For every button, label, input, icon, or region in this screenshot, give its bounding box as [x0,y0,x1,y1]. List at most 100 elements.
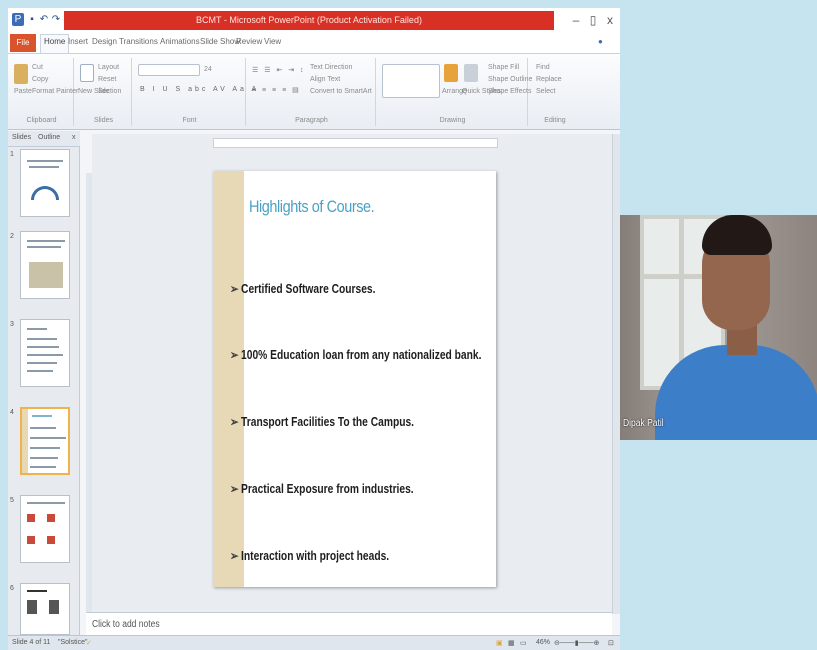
font-name-field[interactable] [138,64,200,76]
bullet-text: Certified Software Courses. [241,282,376,296]
vertical-scrollbar[interactable] [612,134,620,614]
current-slide[interactable]: Highlights of Course. ➢ Certified Softwar… [213,171,496,587]
paragraph-group-label: Paragraph [295,117,328,124]
thumbnail-text-line [27,328,47,330]
thumbnail-image [49,600,59,614]
slide-thumbnail-5[interactable] [20,495,70,563]
arrange-icon[interactable] [444,64,458,82]
notes-pane[interactable]: Click to add notes [86,612,612,635]
section-button[interactable]: Section [98,88,121,95]
slide-thumbnail-3[interactable] [20,319,70,387]
thumbnail-text-line [30,457,58,459]
vertical-ruler [86,173,92,613]
thumbnail-image [47,514,55,522]
thumbnail-text-line [27,246,61,248]
text-direction-button[interactable]: Text Direction [310,64,352,71]
maximize-button[interactable]: ▯ [585,12,601,28]
editing-group-label: Editing [544,117,566,124]
bullet-item[interactable]: ➢ Certified Software Courses. [230,281,375,296]
convert-smartart-button[interactable]: Convert to SmartArt [310,88,372,95]
find-button[interactable]: Find [536,64,550,71]
tab-review[interactable]: Review [236,37,262,46]
list-buttons[interactable]: ☰ ☰ ⇤ ⇥ ↕ [252,66,306,74]
slide-thumbnails-pane: 1 2 3 4 5 6 [8,147,80,635]
slide-thumbnail-6[interactable] [20,583,70,635]
slide-thumbnail-4-selected[interactable] [20,407,70,475]
slides-group: New Slide Layout Reset Section Slides [76,58,132,126]
replace-button[interactable]: Replace [536,76,562,83]
zoom-slider[interactable]: ⊖───▮───⊕ [554,639,599,647]
tab-design[interactable]: Design [92,37,117,46]
tab-insert[interactable]: Insert [68,37,88,46]
editing-group: Find Replace Select Editing [532,58,578,126]
format-painter-button[interactable]: Format Painter [32,88,78,95]
tab-animations[interactable]: Animations [160,37,200,46]
font-format-buttons[interactable]: B I U S abc AV Aa A [140,86,259,93]
bullet-item[interactable]: ➢ Interaction with project heads. [230,548,389,563]
tab-home[interactable]: Home [40,34,70,53]
tab-transitions[interactable]: Transitions [119,37,158,46]
tab-file[interactable]: File [10,34,36,52]
slide-thumbnail-2[interactable] [20,231,70,299]
paste-icon[interactable] [14,64,28,84]
reading-view-icon[interactable]: ▭ [520,639,527,647]
align-text-button[interactable]: Align Text [310,76,340,83]
close-pane-icon[interactable]: x [72,134,76,141]
bullet-arrow-icon: ➢ [230,282,239,296]
thumbnail-image [27,600,37,614]
ribbon-tabs: File Home Insert Design Transitions Anim… [8,32,620,54]
reset-button[interactable]: Reset [98,76,116,83]
shapes-gallery[interactable] [382,64,440,98]
bullet-item[interactable]: ➢ 100% Education loan from any nationaliz… [230,347,481,362]
select-button[interactable]: Select [536,88,555,95]
paste-button[interactable]: Paste [14,88,32,95]
drawing-group: Arrange Quick Styles Shape Fill Shape Ou… [378,58,532,126]
shape-effects-button[interactable]: Shape Effects [488,88,531,95]
spellcheck-icon[interactable]: ✓ [86,639,92,647]
tab-slides[interactable]: Slides [12,134,31,141]
slide-title[interactable]: Highlights of Course. [249,197,375,217]
copy-button[interactable]: Copy [32,76,48,83]
thumbnail-text-line [29,166,59,168]
thumbnail-text-line [27,362,57,364]
save-icon[interactable]: ▪ [26,13,38,26]
align-buttons[interactable]: ≡ ≡ ≡ ≡ ▤ [252,86,301,94]
tab-slide-show[interactable]: Slide Show [200,37,240,46]
bullet-text: Interaction with project heads. [241,549,390,563]
fit-slide-icon[interactable]: ⊡ [608,639,614,647]
app-icon[interactable]: P [12,13,24,26]
powerpoint-window: P ▪ ↶ ↷ BCMT - Microsoft PowerPoint (Pro… [8,8,620,650]
layout-button[interactable]: Layout [98,64,119,71]
shape-fill-button[interactable]: Shape Fill [488,64,519,71]
tab-view[interactable]: View [264,37,281,46]
close-button[interactable]: x [602,12,618,28]
shape-outline-button[interactable]: Shape Outline [488,76,532,83]
cut-button[interactable]: Cut [32,64,43,71]
thumbnail-text-line [27,346,59,348]
redo-icon[interactable]: ↷ [50,13,62,26]
minimize-button[interactable]: – [568,12,584,28]
zoom-level[interactable]: 46% [536,639,550,646]
thumbnail-text-line [27,370,53,372]
new-slide-icon[interactable] [80,64,94,82]
help-icon[interactable]: ● [598,37,603,46]
thumbnail-building-image [29,262,63,288]
thumbnail-image [27,536,35,544]
bullet-item[interactable]: ➢ Transport Facilities To the Campus. [230,414,414,429]
normal-view-icon[interactable]: ▣ [496,639,503,647]
clipboard-group-label: Clipboard [26,117,57,124]
slide-sorter-icon[interactable]: ▦ [508,639,515,647]
participant-name-label: Dipak Patil [623,418,664,429]
quick-styles-icon[interactable] [464,64,478,82]
title-bar: P ▪ ↶ ↷ BCMT - Microsoft PowerPoint (Pro… [8,8,620,32]
bullet-arrow-icon: ➢ [230,549,239,563]
thumbnail-text-line [27,354,63,356]
bullet-item[interactable]: ➢ Practical Exposure from industries. [230,481,414,496]
font-size-field[interactable]: 24 [204,66,212,73]
thumbnail-text-line [30,427,56,429]
thumbnail-number: 5 [10,497,14,504]
slide-thumbnail-1[interactable] [20,149,70,217]
bullet-arrow-icon: ➢ [230,482,239,496]
undo-icon[interactable]: ↶ [38,13,50,26]
tab-outline[interactable]: Outline [38,134,60,141]
